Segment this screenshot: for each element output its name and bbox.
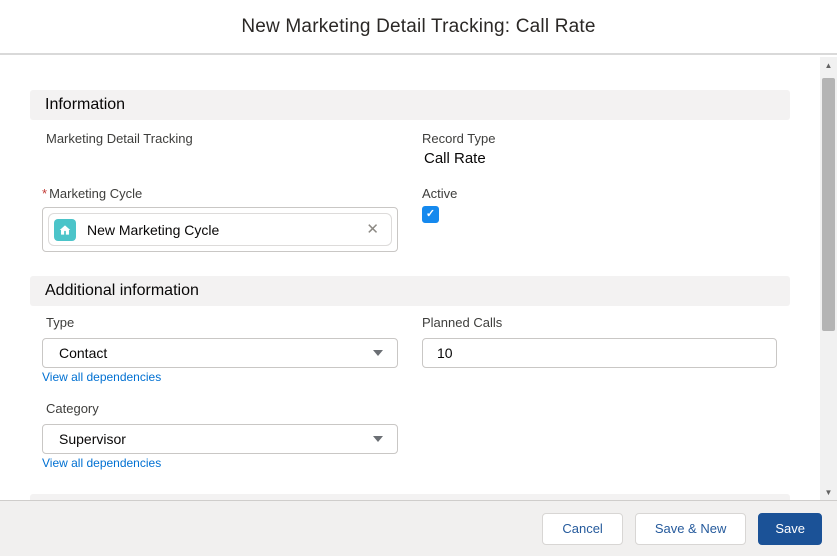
- modal-body: Information Marketing Detail Tracking Re…: [0, 57, 820, 500]
- type-view-dependencies-link[interactable]: View all dependencies: [42, 370, 161, 384]
- modal-header: New Marketing Detail Tracking: Call Rate: [0, 0, 837, 55]
- scrollbar-thumb[interactable]: [822, 78, 835, 331]
- section-title: Information: [45, 96, 126, 113]
- planned-calls-input[interactable]: [422, 338, 777, 368]
- record-type-label: Record Type: [422, 131, 496, 146]
- active-label: Active: [422, 186, 458, 201]
- section-header-additional-information: Additional information: [30, 276, 790, 306]
- marketing-cycle-label: * Marketing Cycle: [42, 186, 142, 201]
- required-asterisk: *: [42, 186, 48, 201]
- section-title: Additional information: [45, 282, 199, 299]
- marketing-detail-tracking-label: Marketing Detail Tracking: [46, 131, 193, 146]
- section-header-information: Information: [30, 90, 790, 120]
- scroll-up-icon[interactable]: ▲: [820, 57, 837, 73]
- category-dropdown-value: Supervisor: [59, 431, 126, 447]
- type-dropdown[interactable]: Contact: [42, 338, 398, 368]
- type-label: Type: [46, 315, 75, 330]
- marketing-cycle-label-text: Marketing Cycle: [49, 186, 143, 201]
- chevron-down-icon: [373, 350, 383, 356]
- marketing-cycle-record-icon: [54, 218, 76, 241]
- save-button[interactable]: Save: [758, 512, 822, 545]
- save-and-new-button[interactable]: Save & New: [634, 512, 747, 545]
- remove-selection-icon[interactable]: ✕: [366, 222, 379, 237]
- vertical-scrollbar[interactable]: ▲ ▼: [820, 57, 837, 500]
- category-label: Category: [46, 401, 99, 416]
- marketing-cycle-pill[interactable]: New Marketing Cycle ✕: [48, 213, 392, 246]
- active-checkbox[interactable]: ✓: [422, 206, 439, 223]
- new-record-modal: New Marketing Detail Tracking: Call Rate…: [0, 0, 837, 556]
- cancel-button[interactable]: Cancel: [542, 512, 623, 545]
- modal-title: New Marketing Detail Tracking: Call Rate: [241, 15, 596, 37]
- marketing-cycle-lookup-field: New Marketing Cycle ✕: [42, 207, 398, 252]
- category-view-dependencies-link[interactable]: View all dependencies: [42, 456, 161, 470]
- chevron-down-icon: [373, 436, 383, 442]
- checkmark-icon: ✓: [425, 208, 436, 220]
- modal-footer: Cancel Save & New Save: [0, 500, 837, 556]
- planned-calls-label: Planned Calls: [422, 315, 503, 330]
- type-dropdown-value: Contact: [59, 345, 108, 361]
- category-dropdown[interactable]: Supervisor: [42, 424, 398, 454]
- marketing-cycle-pill-label: New Marketing Cycle: [87, 221, 220, 238]
- scroll-down-icon[interactable]: ▼: [820, 484, 837, 500]
- record-type-value: Call Rate: [424, 150, 486, 167]
